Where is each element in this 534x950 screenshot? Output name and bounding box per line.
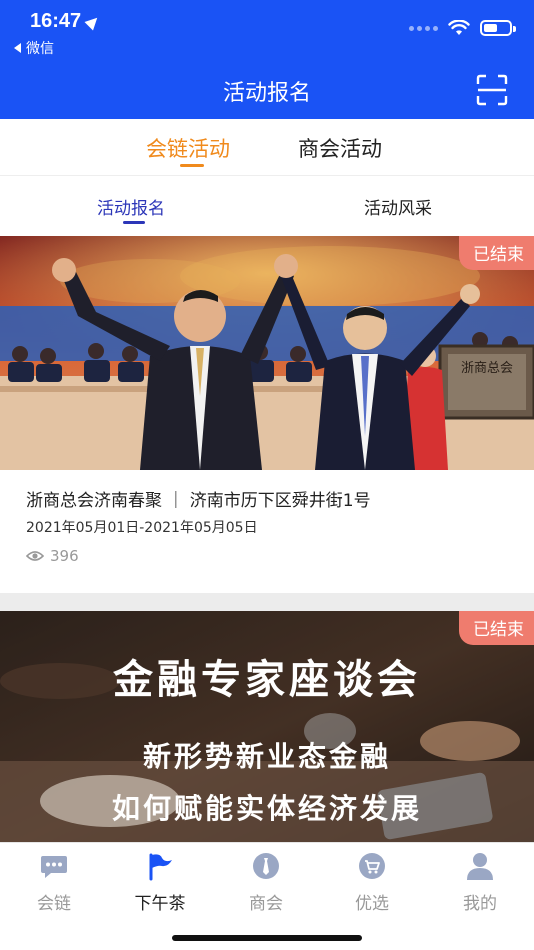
- zheshang-sign: 浙商总会: [438, 344, 534, 420]
- bottom-tab-bar: 会链 下午茶 商会 优选 我的: [0, 842, 534, 950]
- status-indicators: [409, 20, 516, 36]
- wifi-icon: [448, 20, 470, 35]
- ended-badge: 已结束: [459, 611, 534, 645]
- tab-mine-label: 我的: [463, 894, 497, 914]
- cellular-signal-icon: [409, 25, 438, 31]
- event-card[interactable]: 浙商总会 已结束 浙商总会济南春聚 ｜ 济南市历下区舜井街1号 2021年05月…: [0, 236, 534, 593]
- status-time: 16:47: [30, 10, 102, 33]
- primary-tabs: 会链活动 商会活动: [0, 119, 534, 176]
- view-count: 396: [26, 547, 79, 565]
- back-to-app-link[interactable]: 微信: [14, 38, 54, 58]
- tab-huilian[interactable]: 会链: [14, 851, 94, 914]
- poster-title: 金融专家座谈会: [113, 657, 421, 703]
- ended-badge: 已结束: [459, 236, 534, 270]
- tab-highlights[interactable]: 活动风采: [364, 194, 432, 219]
- tab-afternoon-tea[interactable]: 下午茶: [120, 851, 200, 914]
- event-feed[interactable]: 浙商总会 已结束 浙商总会济南春聚 ｜ 济南市历下区舜井街1号 2021年05月…: [0, 236, 534, 842]
- secondary-tab-indicator: [123, 221, 145, 224]
- back-triangle-icon: [14, 43, 21, 53]
- event-card[interactable]: 金融专家座谈会 新形势新业态金融 如何赋能实体经济发展 已结束: [0, 611, 534, 842]
- scan-icon[interactable]: [476, 74, 508, 106]
- cart-icon: [359, 853, 385, 879]
- sign-text: 浙商总会: [461, 361, 513, 376]
- secondary-tabs: 活动报名 活动风采: [0, 177, 534, 234]
- tab-select-label: 优选: [355, 894, 389, 914]
- event-poster: 金融专家座谈会 新形势新业态金融 如何赋能实体经济发展 已结束: [0, 611, 534, 842]
- tab-huilian-activity[interactable]: 会链活动: [146, 133, 230, 163]
- tie-icon: [253, 853, 279, 879]
- tab-chamber-label: 商会: [249, 894, 283, 914]
- tab-chamber-activity[interactable]: 商会活动: [298, 133, 382, 163]
- battery-icon: [480, 20, 516, 36]
- flag-icon: [149, 853, 172, 881]
- event-date: 2021年05月01日-2021年05月05日: [26, 520, 258, 536]
- eye-icon: [26, 551, 44, 561]
- header-bar: 16:47 微信 活动报名: [0, 0, 534, 119]
- primary-tab-indicator: [180, 164, 204, 167]
- page-title: 活动报名: [222, 81, 311, 106]
- poster-subtitle-line2: 如何赋能实体经济发展: [111, 792, 422, 825]
- home-indicator[interactable]: [172, 935, 362, 941]
- tab-huilian-label: 会链: [37, 894, 71, 914]
- back-app-label: 微信: [26, 41, 54, 57]
- chat-bubble-icon: [41, 856, 67, 878]
- tab-registration[interactable]: 活动报名: [97, 194, 165, 219]
- location-arrow-icon: [84, 13, 102, 30]
- person-icon: [467, 853, 493, 880]
- tab-chamber[interactable]: 商会: [226, 851, 306, 914]
- view-count-number: 396: [50, 547, 79, 565]
- tab-mine[interactable]: 我的: [440, 851, 520, 914]
- event-photo: 浙商总会 已结束: [0, 236, 534, 470]
- clock-text: 16:47: [30, 10, 82, 32]
- tab-afternoon-tea-label: 下午茶: [134, 894, 186, 914]
- event-title[interactable]: 浙商总会济南春聚 ｜ 济南市历下区舜井街1号: [26, 486, 371, 511]
- poster-subtitle-line1: 新形势新业态金融: [142, 740, 391, 773]
- tab-select[interactable]: 优选: [332, 851, 412, 914]
